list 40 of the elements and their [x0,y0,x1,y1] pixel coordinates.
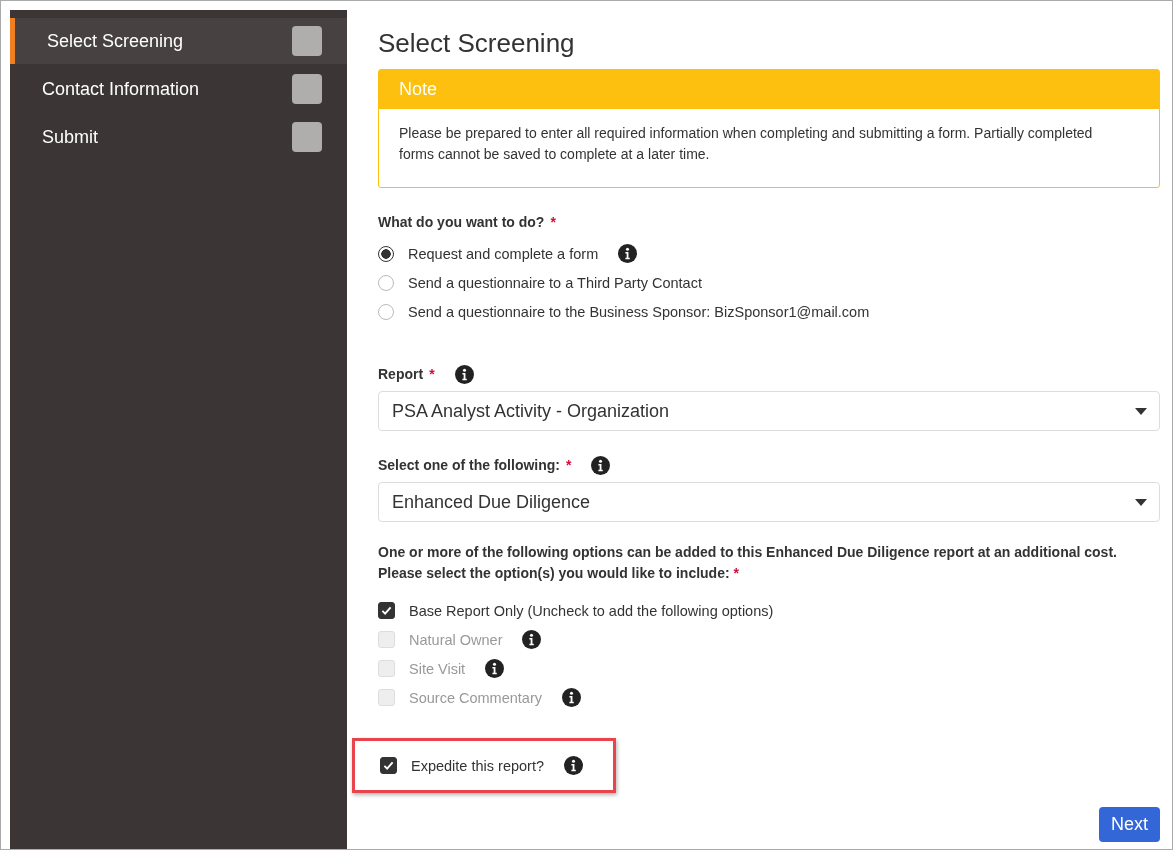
radio-label: Send a questionnaire to the Business Sponsor: BizSponsor1@mail.com [408,303,870,320]
radio-button[interactable] [378,274,394,291]
checkbox-label: Base Report Only (Uncheck to add the following options) [409,602,774,619]
dropdown[interactable]: PSA Analyst Activity - Organization [378,391,1160,431]
step-status-icon [292,74,322,104]
checkmark-icon [383,760,394,771]
info-icon[interactable] [591,456,611,475]
info-icon[interactable] [564,756,583,775]
radio-button[interactable] [378,303,394,320]
required-mark: * [566,456,572,475]
sidebar-item[interactable]: Contact Information [10,66,347,112]
radio-label: Send a questionnaire to a Third Party Contact [408,274,702,291]
checkbox-label: Source Commentary [409,689,542,706]
radio-button[interactable] [378,245,394,262]
info-icon[interactable] [454,365,474,384]
next-button[interactable]: Next [1099,807,1160,842]
checkbox-label: Expedite this report? [411,757,544,774]
radio-label: Request and complete a form [408,245,599,262]
sidebar-item[interactable]: Select Screening [10,18,347,64]
required-mark: * [429,365,435,384]
sidebar-item[interactable]: Submit [10,114,347,160]
page-title: Select Screening [378,28,576,59]
checkbox[interactable] [380,757,397,774]
question-label: Select one of the following: [378,456,560,475]
note-text: Please be prepared to enter all required information when completing and submitting a form. Partially completed forms cannot be saved to complete at a later time. [398,124,1094,164]
checkbox-label: Site Visit [409,660,466,677]
caret-icon [1135,498,1147,506]
question-label: What do you want to do? [378,213,545,232]
note-heading: Note [379,70,1159,109]
required-mark: * [550,213,556,232]
question-label: Report [378,365,424,384]
dropdown[interactable]: Enhanced Due Diligence [378,482,1160,522]
caret-icon [1135,407,1147,415]
options-instructions: One or more of the following options can be added to this Enhanced Due Diligence report at an additional cost. Please select the option(s) you would like to include: * [378,543,1118,583]
checkmark-icon [381,605,392,616]
step-status-icon [292,26,322,56]
info-icon[interactable] [618,244,638,263]
checkbox[interactable] [378,602,395,619]
checkbox-label: Natural Owner [409,631,503,648]
step-status-icon [292,122,322,152]
